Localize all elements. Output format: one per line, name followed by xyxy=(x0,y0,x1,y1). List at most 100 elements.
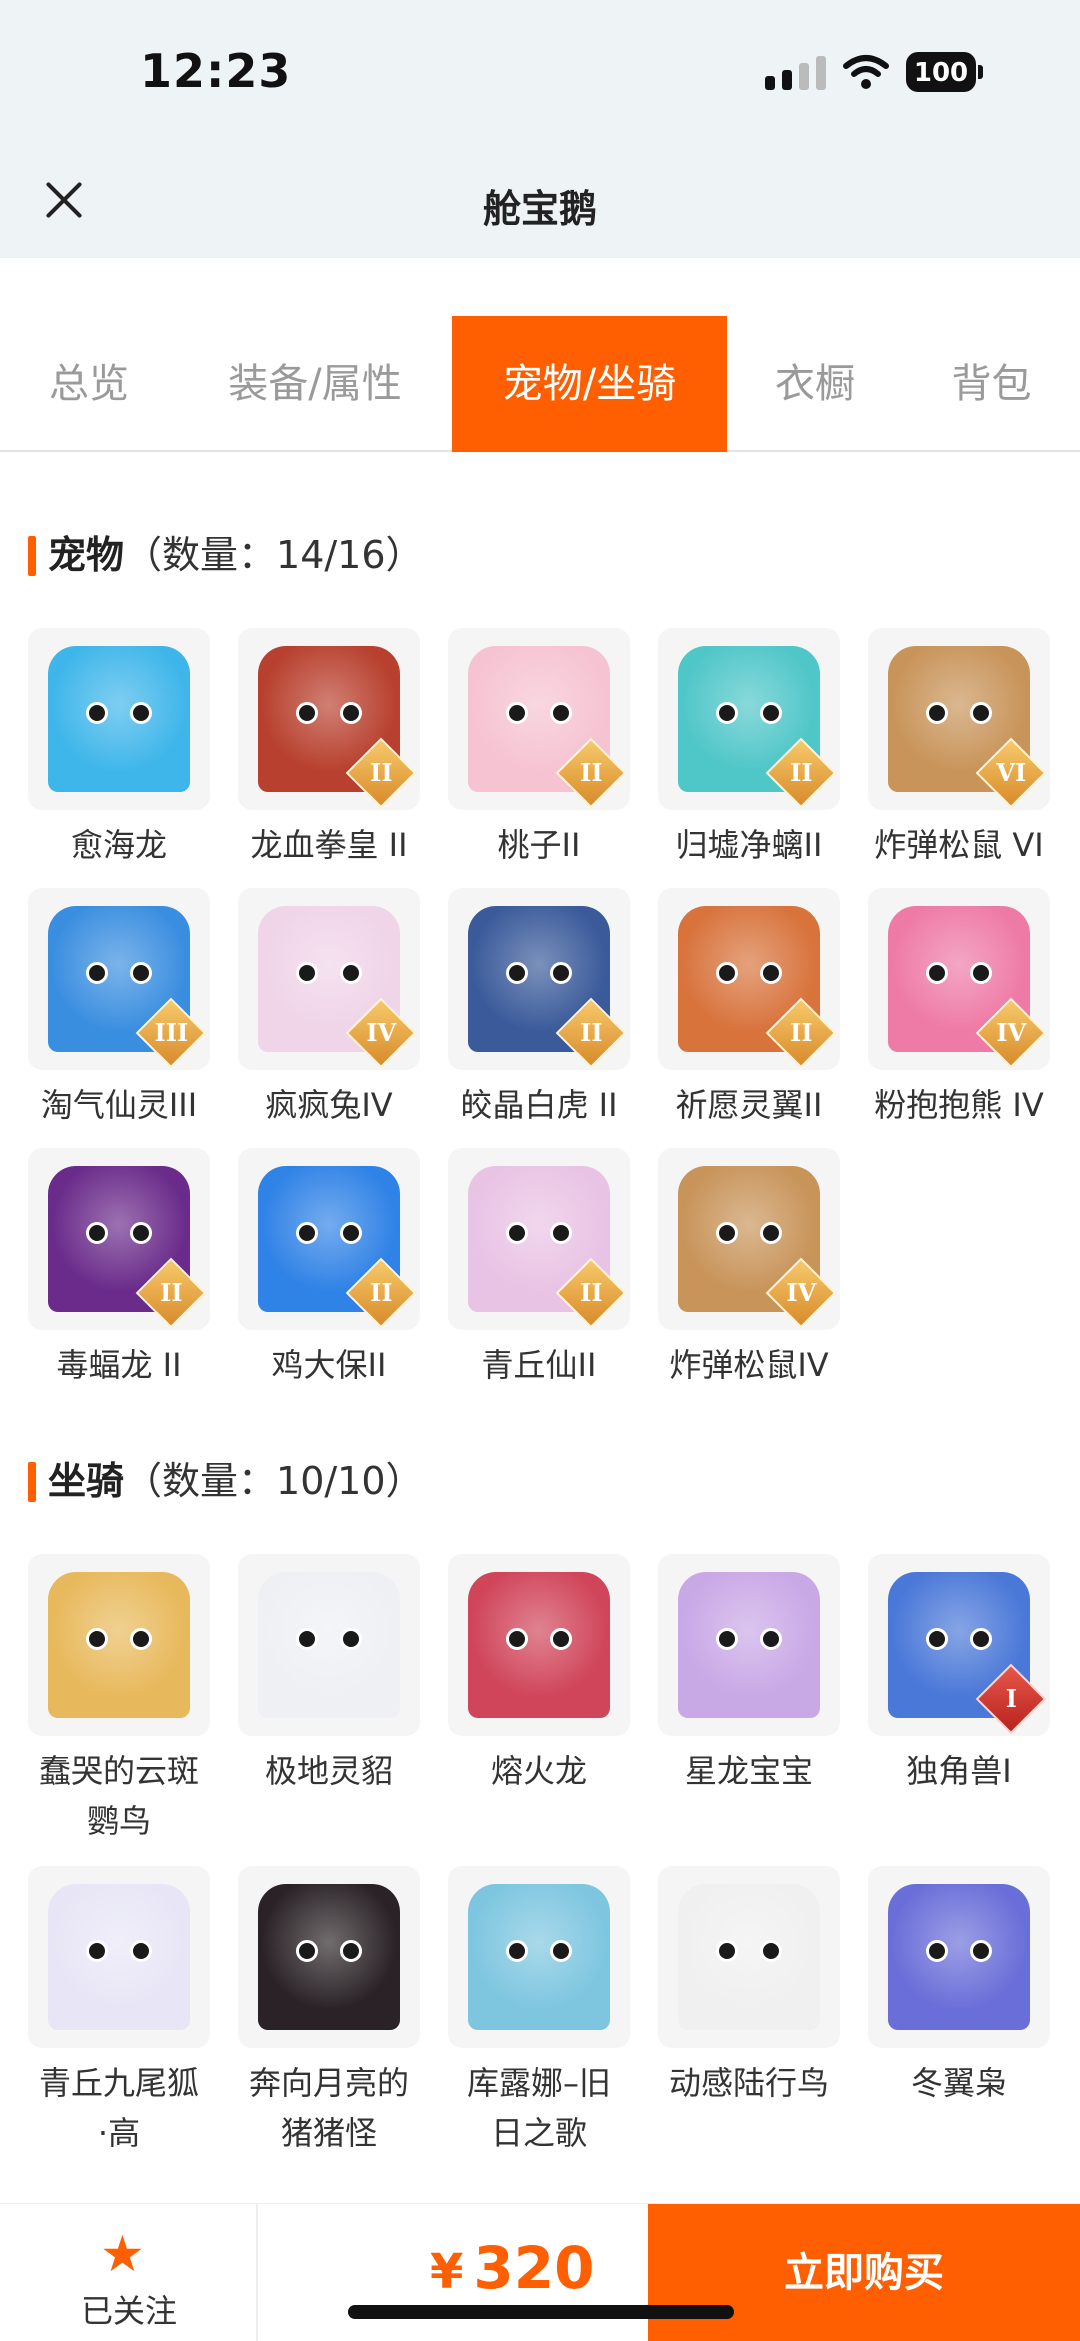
mount-card[interactable]: 熔火龙 xyxy=(434,1554,644,1796)
creature-art xyxy=(678,1572,820,1718)
mount-name-line2: 鹦鸟 xyxy=(86,1802,151,1840)
follow-button[interactable]: ★ 已关注 xyxy=(0,2204,258,2341)
mount-image xyxy=(238,1554,420,1736)
pet-card[interactable]: II 鸡大保II xyxy=(224,1148,434,1390)
pet-card[interactable]: II 祈愿灵翼II xyxy=(644,888,854,1130)
pet-card[interactable]: II 皎晶白虎 II xyxy=(434,888,644,1130)
pet-image: II xyxy=(238,1148,420,1330)
pet-card[interactable]: II 桃子II xyxy=(434,628,644,870)
pet-name: 祈愿灵翼II xyxy=(675,1086,823,1124)
pet-name: 愈海龙 xyxy=(70,826,167,864)
creature-art xyxy=(48,1572,190,1718)
mount-card[interactable]: 蠢哭的云斑 鹦鸟 xyxy=(14,1554,224,1846)
mount-name-line2: ·高 xyxy=(97,2114,141,2152)
creature-art xyxy=(258,1884,400,2030)
pet-name: 疯疯兔IV xyxy=(265,1086,393,1124)
pet-image: II xyxy=(28,1148,210,1330)
top-bar: 12:23 100 舱宝鹅 xyxy=(0,0,1080,258)
wifi-icon xyxy=(843,55,889,89)
pet-card[interactable]: III 淘气仙灵III xyxy=(14,888,224,1130)
pet-name: 桃子II xyxy=(497,826,581,864)
mount-image xyxy=(238,1866,420,2048)
pet-image xyxy=(28,628,210,810)
mount-card[interactable]: 库露娜–旧日之歌 xyxy=(434,1866,644,2158)
mount-image xyxy=(868,1866,1050,2048)
pet-image: IV xyxy=(238,888,420,1070)
status-time: 12:23 xyxy=(140,44,292,98)
pet-card[interactable]: VI 炸弹松鼠 VI xyxy=(854,628,1064,870)
pet-name: 炸弹松鼠IV xyxy=(669,1346,829,1384)
mount-image xyxy=(28,1866,210,2048)
page-title: 舱宝鹅 xyxy=(482,187,597,231)
creature-art xyxy=(678,1884,820,2030)
home-indicator xyxy=(348,2305,734,2319)
tab-pets-mounts[interactable]: 宠物/坐骑 xyxy=(452,316,727,452)
pet-image: III xyxy=(28,888,210,1070)
pet-card[interactable]: II 龙血拳皇 II xyxy=(224,628,434,870)
creature-art xyxy=(258,1572,400,1718)
mount-name-line1: 熔火龙 xyxy=(490,1752,587,1790)
mount-image: I xyxy=(868,1554,1050,1736)
pet-image: II xyxy=(448,628,630,810)
mount-name-line1: 独角兽I xyxy=(906,1752,1012,1790)
mount-name-line1: 库露娜–旧 xyxy=(466,2064,611,2102)
mount-name-line2: 猪猪怪 xyxy=(280,2114,377,2152)
currency-symbol: ¥ xyxy=(430,2244,464,2300)
tab-bar: 总览 装备/属性 宠物/坐骑 衣橱 背包 xyxy=(0,316,1080,452)
creature-art xyxy=(468,1572,610,1718)
pet-name: 毒蝠龙 II xyxy=(56,1346,182,1384)
cellular-signal-icon xyxy=(765,54,827,90)
mount-name: 奔向月亮的 猪猪怪 xyxy=(224,2058,434,2158)
pet-card[interactable]: II 青丘仙II xyxy=(434,1148,644,1390)
mount-card[interactable]: 青丘九尾狐 ·高 xyxy=(14,1866,224,2158)
pet-card[interactable]: IV 炸弹松鼠IV xyxy=(644,1148,854,1390)
battery-icon: 100 xyxy=(906,52,984,92)
mount-name-line1: 星龙宝宝 xyxy=(684,1752,813,1790)
price-value: 320 xyxy=(473,2234,595,2302)
mount-name-line1: 动感陆行鸟 xyxy=(668,2064,829,2102)
mount-card[interactable]: I 独角兽I xyxy=(854,1554,1064,1796)
pet-image: II xyxy=(238,628,420,810)
pet-card[interactable]: IV 疯疯兔IV xyxy=(224,888,434,1130)
pet-card[interactable]: IV 粉抱抱熊 IV xyxy=(854,888,1064,1130)
mounts-section-title: 坐骑（数量：10/10） xyxy=(28,1456,424,1506)
mount-card[interactable]: 奔向月亮的 猪猪怪 xyxy=(224,1866,434,2158)
mount-name-line1: 青丘九尾狐 xyxy=(38,2064,199,2102)
page: 12:23 100 舱宝鹅 总览 装备/属性 宠物/坐骑 衣橱 背包 宠物（数量… xyxy=(0,0,1080,2341)
mount-name-line2: 日之歌 xyxy=(490,2114,587,2152)
buy-now-button[interactable]: 立即购买 xyxy=(648,2204,1080,2341)
pet-image: II xyxy=(448,1148,630,1330)
battery-level: 100 xyxy=(913,58,969,88)
tab-equipment[interactable]: 装备/属性 xyxy=(178,316,452,452)
pet-name: 淘气仙灵III xyxy=(40,1086,198,1124)
mount-card[interactable]: 冬翼枭 xyxy=(854,1866,1064,2108)
pet-card[interactable]: II 归墟净螭II xyxy=(644,628,854,870)
creature-art xyxy=(48,1884,190,2030)
pets-section-title: 宠物（数量：14/16） xyxy=(28,530,424,580)
mount-card[interactable]: 动感陆行鸟 xyxy=(644,1866,854,2108)
mount-image xyxy=(448,1866,630,2048)
tab-backpack[interactable]: 背包 xyxy=(903,316,1080,452)
creature-art xyxy=(468,1884,610,2030)
pet-name: 归墟净螭II xyxy=(675,826,823,864)
pet-card[interactable]: II 毒蝠龙 II xyxy=(14,1148,224,1390)
tab-wardrobe[interactable]: 衣橱 xyxy=(727,316,903,452)
mount-image xyxy=(658,1554,840,1736)
pet-name: 龙血拳皇 II xyxy=(250,826,408,864)
mount-card[interactable]: 极地灵貂 xyxy=(224,1554,434,1796)
mount-name: 冬翼枭 xyxy=(854,2058,1064,2108)
tab-overview[interactable]: 总览 xyxy=(0,316,178,452)
mount-name: 动感陆行鸟 xyxy=(644,2058,854,2108)
pet-image: II xyxy=(448,888,630,1070)
pet-card[interactable]: 愈海龙 xyxy=(14,628,224,870)
mount-name: 极地灵貂 xyxy=(224,1746,434,1796)
mount-image xyxy=(448,1554,630,1736)
pet-image: IV xyxy=(658,1148,840,1330)
mount-card[interactable]: 星龙宝宝 xyxy=(644,1554,854,1796)
mount-name: 库露娜–旧日之歌 xyxy=(434,2058,644,2158)
mount-image xyxy=(28,1554,210,1736)
mounts-heading: 坐骑 xyxy=(48,1459,125,1503)
bottom-bar: ★ 已关注 ¥320 立即购买 xyxy=(0,2203,1080,2341)
pet-image: VI xyxy=(868,628,1050,810)
pet-name: 炸弹松鼠 VI xyxy=(874,826,1044,864)
